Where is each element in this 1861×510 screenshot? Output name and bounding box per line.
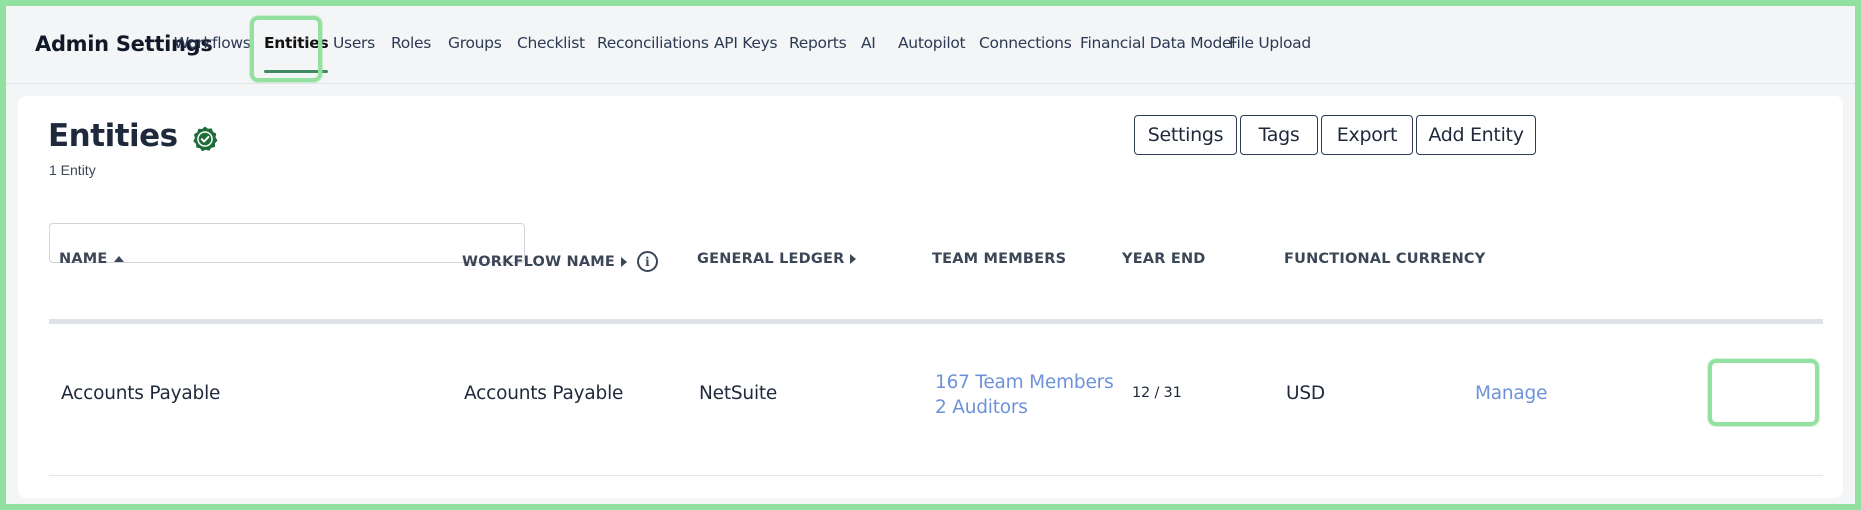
column-header-functional-currency: FUNCTIONAL CURRENCY xyxy=(1284,251,1486,267)
tab-entities[interactable]: Entities xyxy=(264,34,329,73)
manage-button[interactable]: Manage xyxy=(1475,383,1547,404)
tab-checklist[interactable]: Checklist xyxy=(517,34,585,52)
tab-roles[interactable]: Roles xyxy=(391,34,431,52)
top-nav-bar: Admin Settings Workflows Entities Users … xyxy=(6,6,1855,84)
tab-workflows[interactable]: Workflows xyxy=(174,34,251,52)
tab-api-keys[interactable]: API Keys xyxy=(714,34,778,52)
tab-reports[interactable]: Reports xyxy=(789,34,847,52)
auditors-link[interactable]: 2 Auditors xyxy=(935,397,1028,418)
caret-right-icon xyxy=(850,254,857,264)
column-header-team-members: TEAM MEMBERS xyxy=(932,251,1067,267)
column-header-year-end: YEAR END xyxy=(1122,251,1206,267)
team-members-link[interactable]: 167 Team Members xyxy=(935,372,1114,393)
column-header-general-ledger[interactable]: GENERAL LEDGER xyxy=(697,251,857,267)
tab-connections[interactable]: Connections xyxy=(979,34,1072,52)
tab-ai[interactable]: AI xyxy=(861,34,876,52)
entity-count: 1 Entity xyxy=(49,162,96,178)
cell-general-ledger: NetSuite xyxy=(699,383,778,404)
cell-functional-currency: USD xyxy=(1286,383,1325,404)
page-title: Entities xyxy=(48,118,178,154)
tab-autopilot[interactable]: Autopilot xyxy=(898,34,966,52)
info-icon[interactable]: i xyxy=(637,251,659,272)
settings-button[interactable]: Settings xyxy=(1134,115,1237,155)
table-row: Accounts Payable Accounts Payable NetSui… xyxy=(49,324,1839,454)
export-button[interactable]: Export xyxy=(1321,115,1413,155)
column-header-name[interactable]: NAME xyxy=(59,251,124,267)
cell-workflow-name: Accounts Payable xyxy=(464,383,624,404)
tab-file-upload[interactable]: File Upload xyxy=(1229,34,1311,52)
tags-button[interactable]: Tags xyxy=(1240,115,1318,155)
tab-financial-data-model[interactable]: Financial Data Model xyxy=(1080,34,1236,52)
tab-reconciliations[interactable]: Reconciliations xyxy=(597,34,709,52)
cell-year-end: 12 / 31 xyxy=(1132,385,1182,401)
caret-right-icon xyxy=(621,256,628,267)
tab-groups[interactable]: Groups xyxy=(448,34,502,52)
table-header: NAME WORKFLOW NAME i GENERAL LEDGER TEAM… xyxy=(49,251,1839,299)
cell-entity-name: Accounts Payable xyxy=(61,383,221,404)
sort-ascending-icon xyxy=(113,256,124,262)
tab-users[interactable]: Users xyxy=(333,34,375,52)
verified-badge-icon xyxy=(193,126,218,152)
row-divider xyxy=(49,475,1823,476)
column-header-workflow-name[interactable]: WORKFLOW NAME i xyxy=(462,251,659,272)
add-entity-button[interactable]: Add Entity xyxy=(1416,115,1536,155)
